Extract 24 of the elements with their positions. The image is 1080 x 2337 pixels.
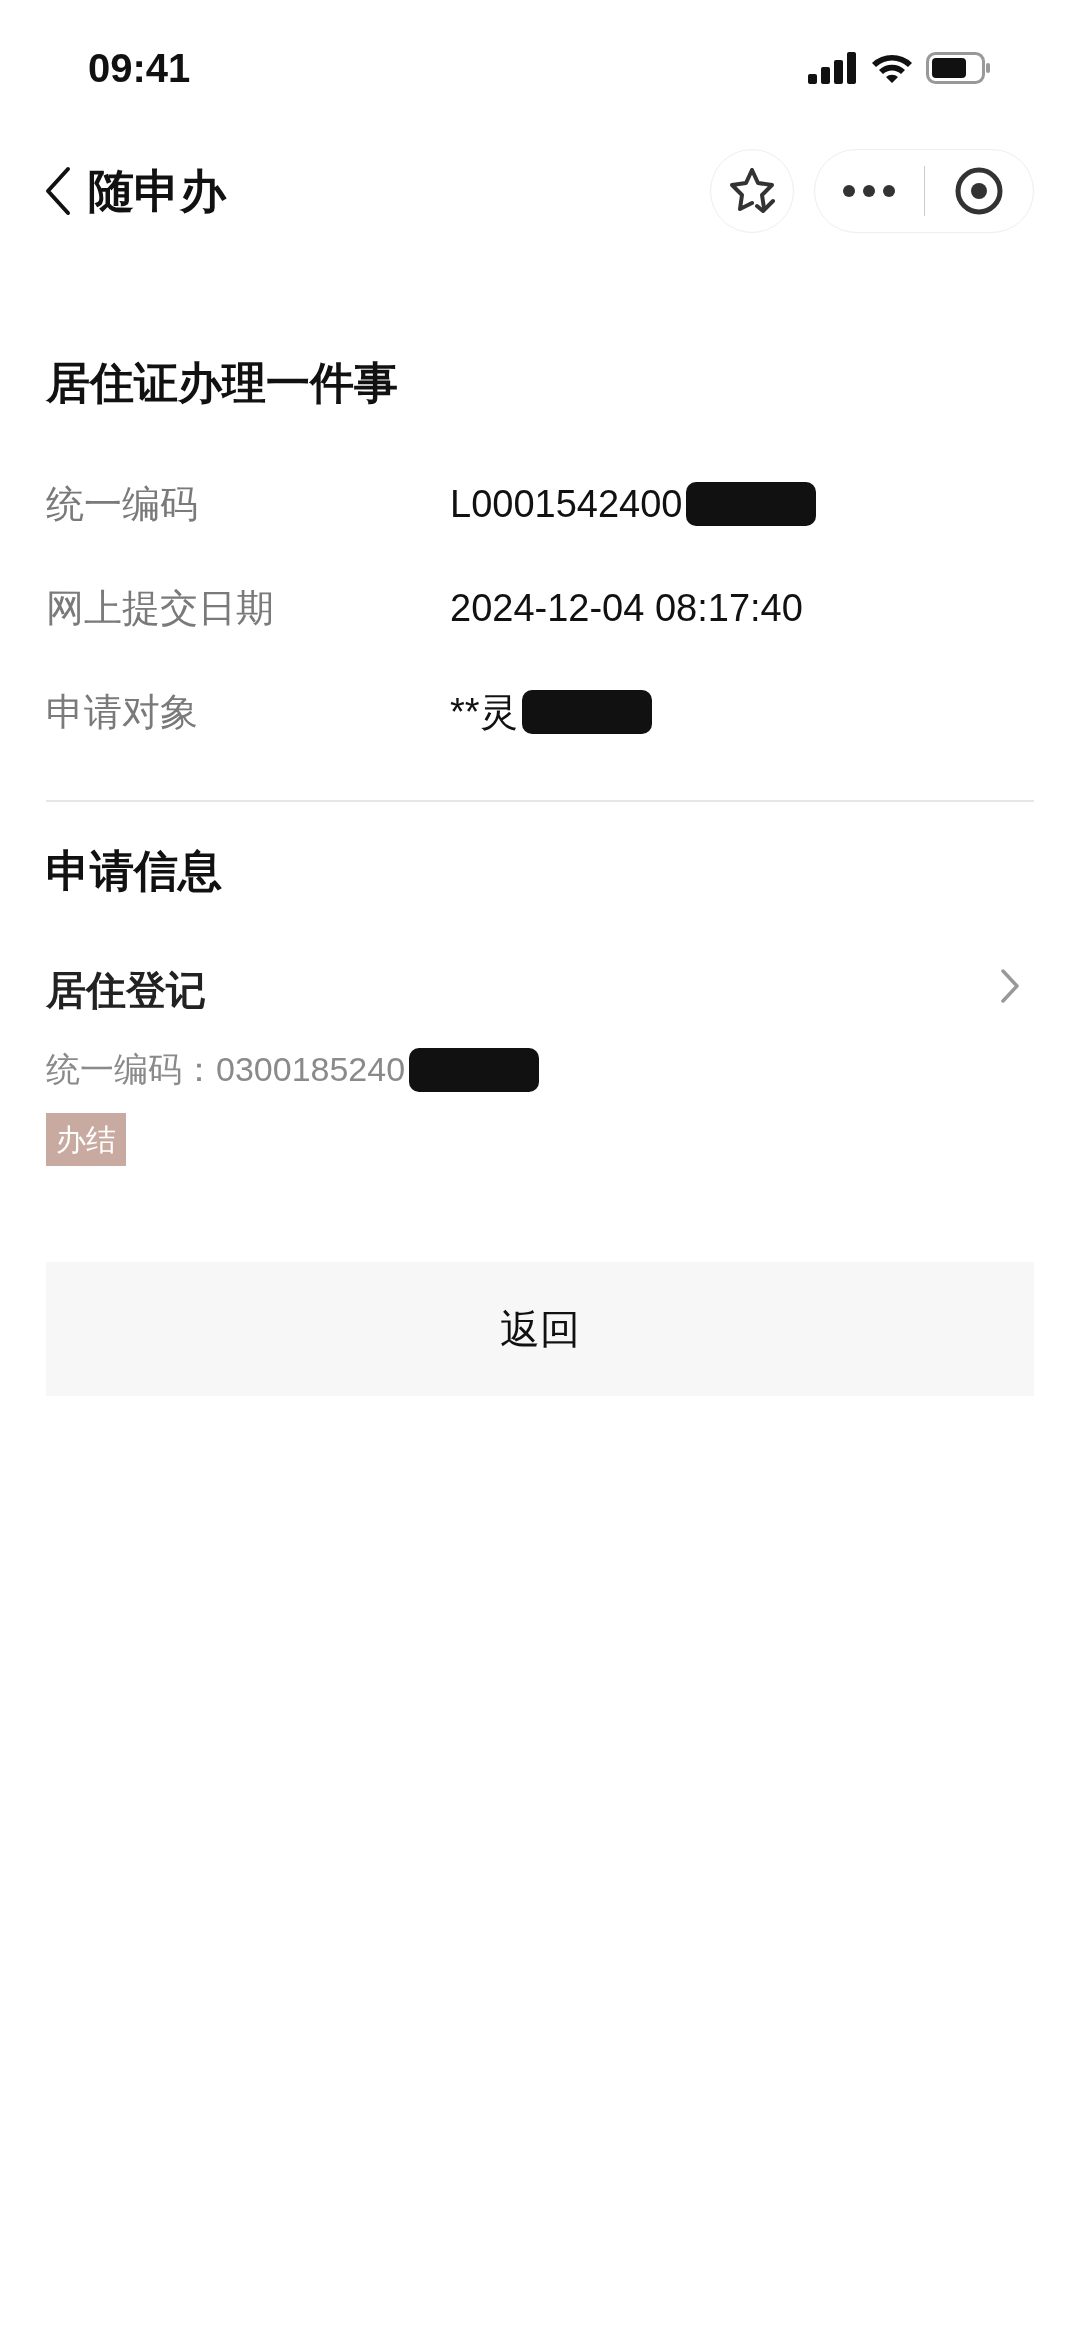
nav-title: 随申办 <box>88 163 226 219</box>
field-label: 网上提交日期 <box>46 585 275 631</box>
wifi-icon <box>870 52 914 84</box>
return-button[interactable]: 返回 <box>46 1262 1034 1396</box>
target-icon <box>953 166 1004 216</box>
item-code: 统一编码：0300185240 <box>46 1049 406 1090</box>
star-check-icon <box>727 166 777 216</box>
battery-icon <box>926 52 992 84</box>
chevron-right-icon <box>1000 968 1020 1004</box>
item-title: 居住登记 <box>46 967 207 1014</box>
page-title: 居住证办理一件事 <box>46 357 399 409</box>
signal-icon <box>808 52 858 84</box>
status-time: 09:41 <box>88 45 191 92</box>
section-title: 申请信息 <box>46 845 223 897</box>
field-label: 统一编码 <box>46 481 199 527</box>
more-icon <box>842 184 897 198</box>
field-value: 2024-12-04 08:17:40 <box>450 585 803 631</box>
field-value: **灵 <box>450 689 518 735</box>
back-icon <box>44 166 72 216</box>
field-label: 申请对象 <box>46 689 199 735</box>
field-value: L0001542400 <box>450 481 683 527</box>
record-item[interactable]: 居住登记 统一编码：0300185240 办结 <box>46 960 1034 1166</box>
status-tag: 办结 <box>46 1113 126 1166</box>
back-button[interactable] <box>44 166 72 216</box>
